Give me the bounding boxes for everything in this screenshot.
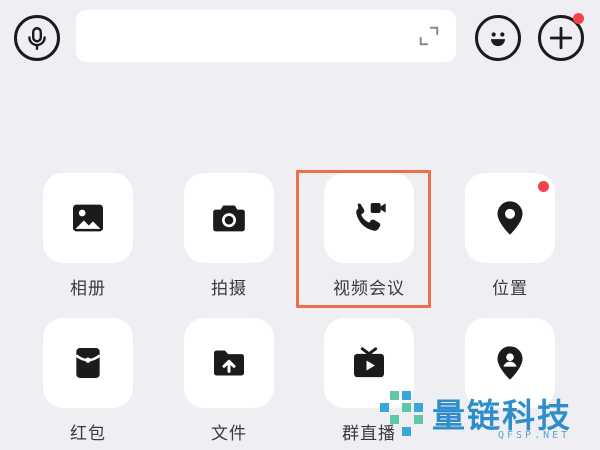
emoji-button[interactable] xyxy=(475,15,521,61)
camera-button[interactable] xyxy=(184,173,274,263)
microphone-icon xyxy=(28,27,46,51)
red-packet-button[interactable] xyxy=(43,318,133,408)
location-notification-dot xyxy=(538,181,549,192)
image-icon xyxy=(73,204,103,232)
expand-icon[interactable] xyxy=(418,25,440,47)
camera-label: 拍摄 xyxy=(211,279,247,299)
camera-icon xyxy=(213,205,245,232)
watermark-logo-icon xyxy=(380,391,423,436)
voice-button[interactable] xyxy=(14,15,60,61)
album-button[interactable] xyxy=(43,173,133,263)
highlight-box xyxy=(296,170,431,308)
watermark: 量链科技 QFSP.NET xyxy=(380,383,600,450)
watermark-site: QFSP.NET xyxy=(498,430,571,441)
location-pin-icon xyxy=(497,201,523,235)
smiley-icon xyxy=(491,32,505,47)
file-button[interactable] xyxy=(184,318,274,408)
file-label: 文件 xyxy=(211,424,247,444)
plus-icon xyxy=(549,26,573,50)
notification-dot xyxy=(573,13,584,24)
input-toolbar xyxy=(0,0,600,80)
location-label: 位置 xyxy=(492,279,528,299)
album-label: 相册 xyxy=(70,279,106,299)
message-input[interactable] xyxy=(76,10,456,62)
red-packet-icon xyxy=(75,348,101,378)
tv-live-icon xyxy=(354,347,384,378)
folder-upload-icon xyxy=(214,350,244,376)
person-pin-icon xyxy=(497,346,523,380)
red-packet-label: 红包 xyxy=(70,424,106,444)
